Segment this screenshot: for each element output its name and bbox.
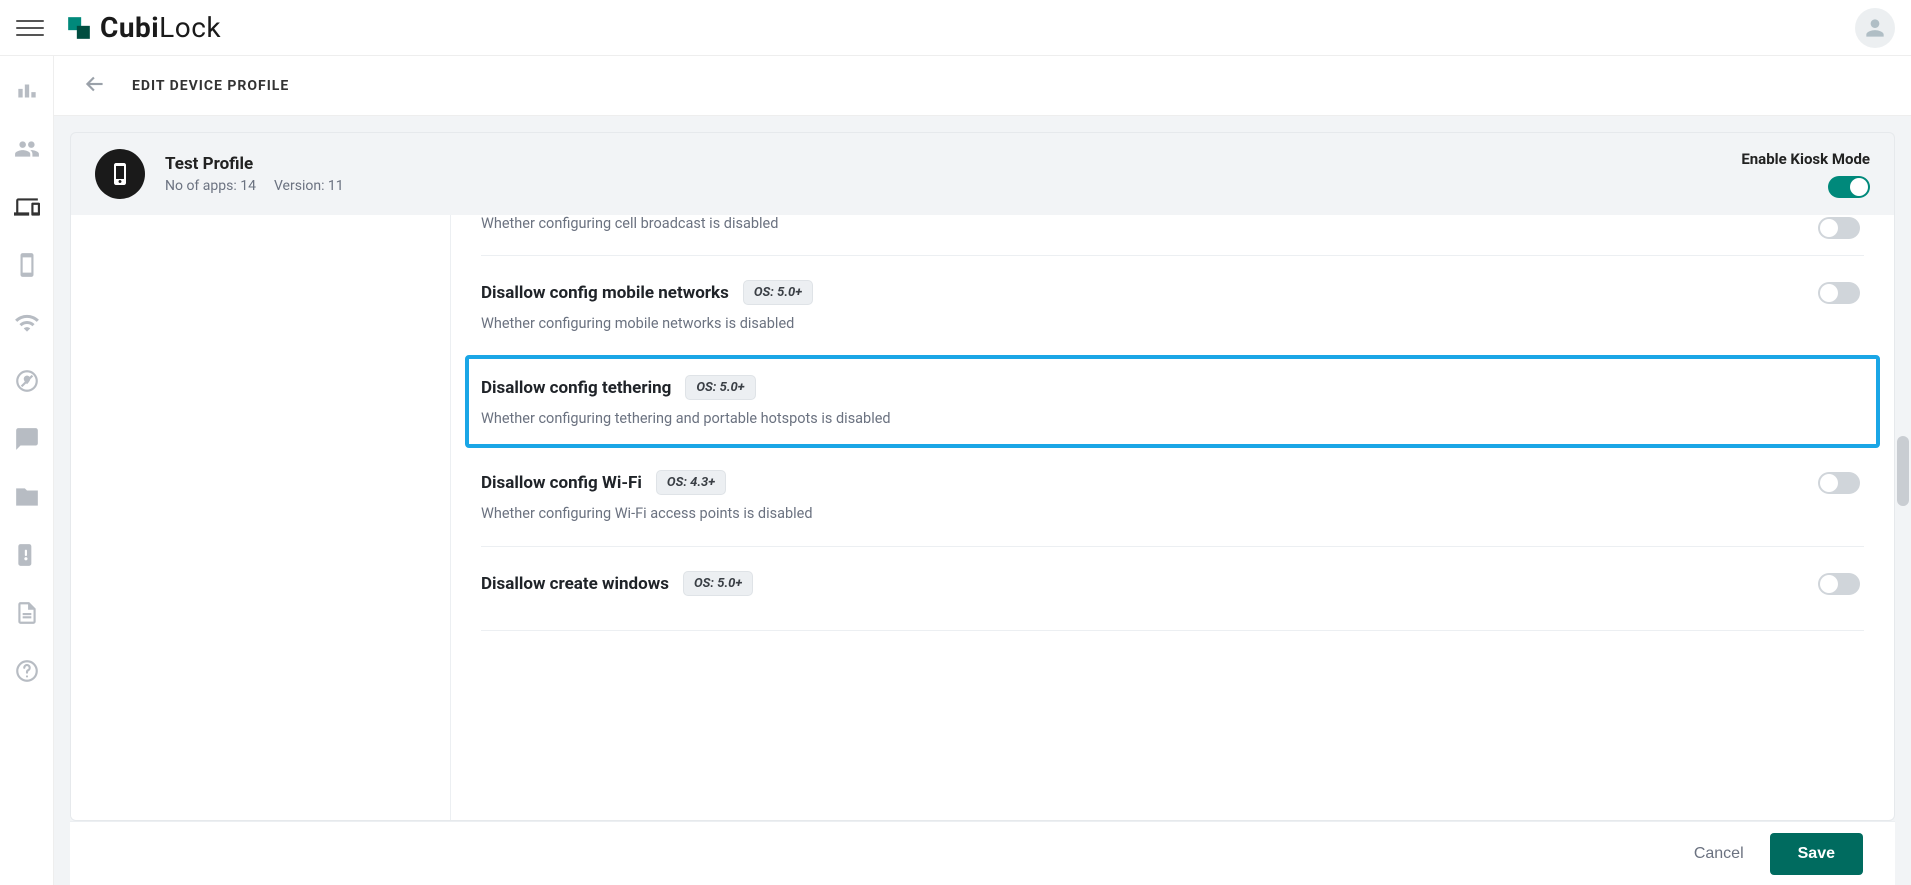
page-title: EDIT DEVICE PROFILE [132, 78, 289, 94]
kiosk-mode-label: Enable Kiosk Mode [1741, 150, 1870, 168]
settings-categories-column [71, 215, 451, 820]
panel: Whether configuring cell broadcast is di… [70, 215, 1895, 821]
user-avatar-button[interactable] [1855, 8, 1895, 48]
brand-prefix: Cubi [100, 11, 159, 44]
os-badge: OS: 5.0+ [685, 375, 755, 400]
setting-row-create_windows: Disallow create windows OS: 5.0+ [481, 547, 1864, 631]
setting-row-tethering: Disallow config tethering OS: 5.0+ Whether… [467, 357, 1878, 446]
setting-toggle-create_windows[interactable] [1818, 573, 1860, 595]
setting-row-cell_broadcast: Whether configuring cell broadcast is di… [481, 215, 1864, 256]
doc-icon [14, 600, 40, 626]
map-pin-off-icon [14, 368, 40, 394]
phone-app-icon [14, 252, 40, 278]
help-icon [14, 658, 40, 684]
setting-title: Disallow config tethering [481, 378, 671, 398]
sidenav-item-wifi[interactable] [12, 308, 42, 338]
scrollbar[interactable] [1897, 436, 1909, 506]
folder-icon [14, 484, 40, 510]
brand-icon [66, 15, 92, 41]
settings-list: Whether configuring cell broadcast is di… [451, 215, 1894, 820]
wifi-icon [14, 310, 40, 336]
save-button[interactable]: Save [1770, 833, 1863, 875]
bars-icon [14, 78, 40, 104]
setting-title: Disallow config mobile networks [481, 283, 729, 303]
profile-name: Test Profile [165, 154, 344, 174]
setting-row-mobile_networks: Disallow config mobile networks OS: 5.0+ W… [481, 256, 1864, 357]
setting-toggle-wifi[interactable] [1818, 472, 1860, 494]
menu-toggle-button[interactable] [16, 14, 44, 42]
brand-logo[interactable]: CubiLock [66, 11, 221, 44]
sidenav-item-geofence[interactable] [12, 366, 42, 396]
setting-title: Disallow config Wi-Fi [481, 473, 642, 493]
os-badge: OS: 5.0+ [683, 571, 753, 596]
setting-description: Whether configuring tethering and portab… [481, 410, 1864, 427]
sidenav-item-logs[interactable] [12, 598, 42, 628]
sidenav-item-files[interactable] [12, 482, 42, 512]
page-header: EDIT DEVICE PROFILE [54, 56, 1911, 116]
sidenav-item-devices[interactable] [12, 192, 42, 222]
setting-description: Whether configuring Wi-Fi access points … [481, 505, 1798, 522]
arrow-left-icon [82, 71, 108, 97]
back-button[interactable] [82, 71, 108, 101]
phone-icon [108, 162, 132, 186]
kiosk-mode-toggle[interactable] [1828, 176, 1870, 198]
setting-description: Whether configuring mobile networks is d… [481, 315, 1798, 332]
profile-version: Version: 11 [274, 178, 344, 194]
chat-icon [14, 426, 40, 452]
brand-suffix: Lock [159, 11, 221, 44]
profile-bar: Test Profile No of apps: 14 Version: 11 … [70, 132, 1895, 215]
sidenav-item-users[interactable] [12, 134, 42, 164]
setting-toggle-mobile_networks[interactable] [1818, 282, 1860, 304]
topbar: CubiLock [0, 0, 1911, 56]
sidenav [0, 56, 54, 885]
users-icon [14, 136, 40, 162]
user-icon [1862, 15, 1888, 41]
setting-title: Disallow create windows [481, 574, 669, 594]
sidenav-item-messages[interactable] [12, 424, 42, 454]
sidenav-item-analytics[interactable] [12, 76, 42, 106]
profile-apps-count: No of apps: 14 [165, 178, 256, 194]
profile-icon [95, 149, 145, 199]
os-badge: OS: 5.0+ [743, 280, 813, 305]
setting-row-wifi: Disallow config Wi-Fi OS: 4.3+ Whether con… [481, 446, 1864, 547]
footer-actions: Cancel Save [70, 821, 1895, 885]
setting-toggle-cell_broadcast[interactable] [1818, 217, 1860, 239]
cancel-button[interactable]: Cancel [1694, 845, 1744, 863]
key-icon [14, 542, 40, 568]
setting-description: Whether configuring cell broadcast is di… [481, 215, 1798, 232]
workspace: EDIT DEVICE PROFILE Test Profile No of a… [54, 56, 1911, 885]
sidenav-item-help[interactable] [12, 656, 42, 686]
os-badge: OS: 4.3+ [656, 470, 726, 495]
sidenav-item-apps[interactable] [12, 250, 42, 280]
devices-icon [14, 194, 40, 220]
sidenav-item-keys[interactable] [12, 540, 42, 570]
